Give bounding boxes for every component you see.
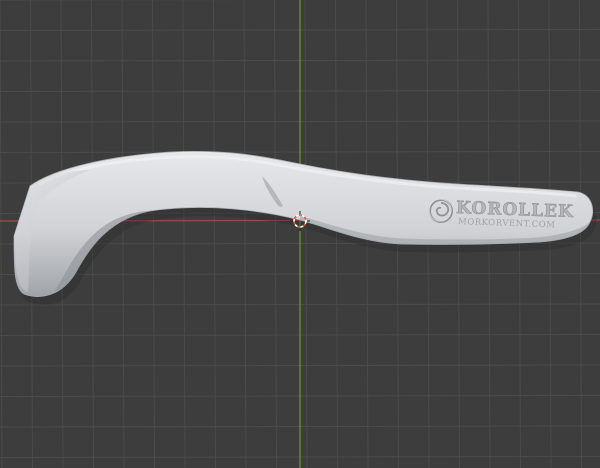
grid-line-vertical — [0, 0, 3, 468]
grid-line-vertical — [182, 0, 186, 468]
grid-line-vertical — [121, 0, 125, 468]
sculpted-object[interactable]: KOROLLEK MORKORVENT.COM — [13, 150, 597, 305]
grid-line-vertical — [304, 0, 308, 468]
grid-line-vertical — [152, 0, 155, 468]
viewport-canvas[interactable]: KOROLLEK MORKORVENT.COM — [0, 0, 600, 468]
grid-line-vertical — [243, 0, 247, 468]
3d-viewport[interactable]: KOROLLEK MORKORVENT.COM — [0, 0, 600, 468]
grid-line-vertical — [213, 0, 216, 468]
grid-line-vertical — [274, 0, 277, 468]
